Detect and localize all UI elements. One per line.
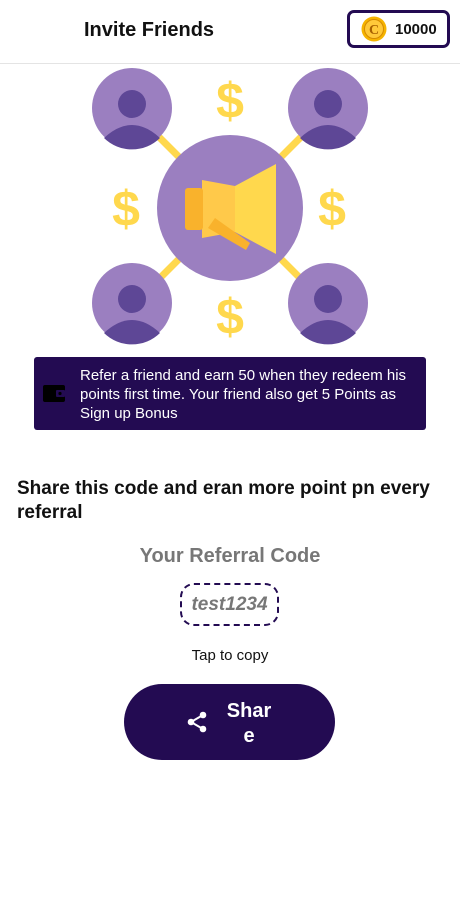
share-button-label: Share: [226, 700, 272, 747]
dollar-icon: $: [216, 289, 244, 345]
referral-code-label: Your Referral Code: [139, 545, 321, 567]
svg-text:C: C: [369, 23, 379, 38]
share-button[interactable]: Share: [124, 684, 335, 760]
share-heading: Share this code and eran more point pn e…: [17, 478, 430, 523]
referral-info-text: Refer a friend and earn 50 when they red…: [80, 367, 407, 422]
referral-info-banner: Refer a friend and earn 50 when they red…: [34, 357, 426, 430]
avatar-bottom-left: [92, 263, 172, 345]
wallet-icon: [43, 385, 65, 402]
coin-balance-badge[interactable]: C 10000: [347, 10, 450, 48]
page-title: Invite Friends: [84, 19, 215, 41]
dollar-icon: $: [318, 181, 346, 237]
referral-megaphone-network-illustration: $ $ $ $: [92, 68, 368, 345]
coin-balance-value: 10000: [395, 20, 437, 38]
dollar-icon: $: [112, 181, 140, 237]
referral-code-box[interactable]: test1234: [180, 583, 279, 626]
app-header: Invite Friends C 10000: [0, 0, 460, 64]
tap-to-copy-hint: Tap to copy: [191, 647, 269, 664]
dollar-icon: $: [216, 73, 244, 129]
share-icon: [187, 711, 207, 733]
coin-icon: C: [361, 16, 387, 42]
avatar-bottom-right: [288, 263, 368, 345]
